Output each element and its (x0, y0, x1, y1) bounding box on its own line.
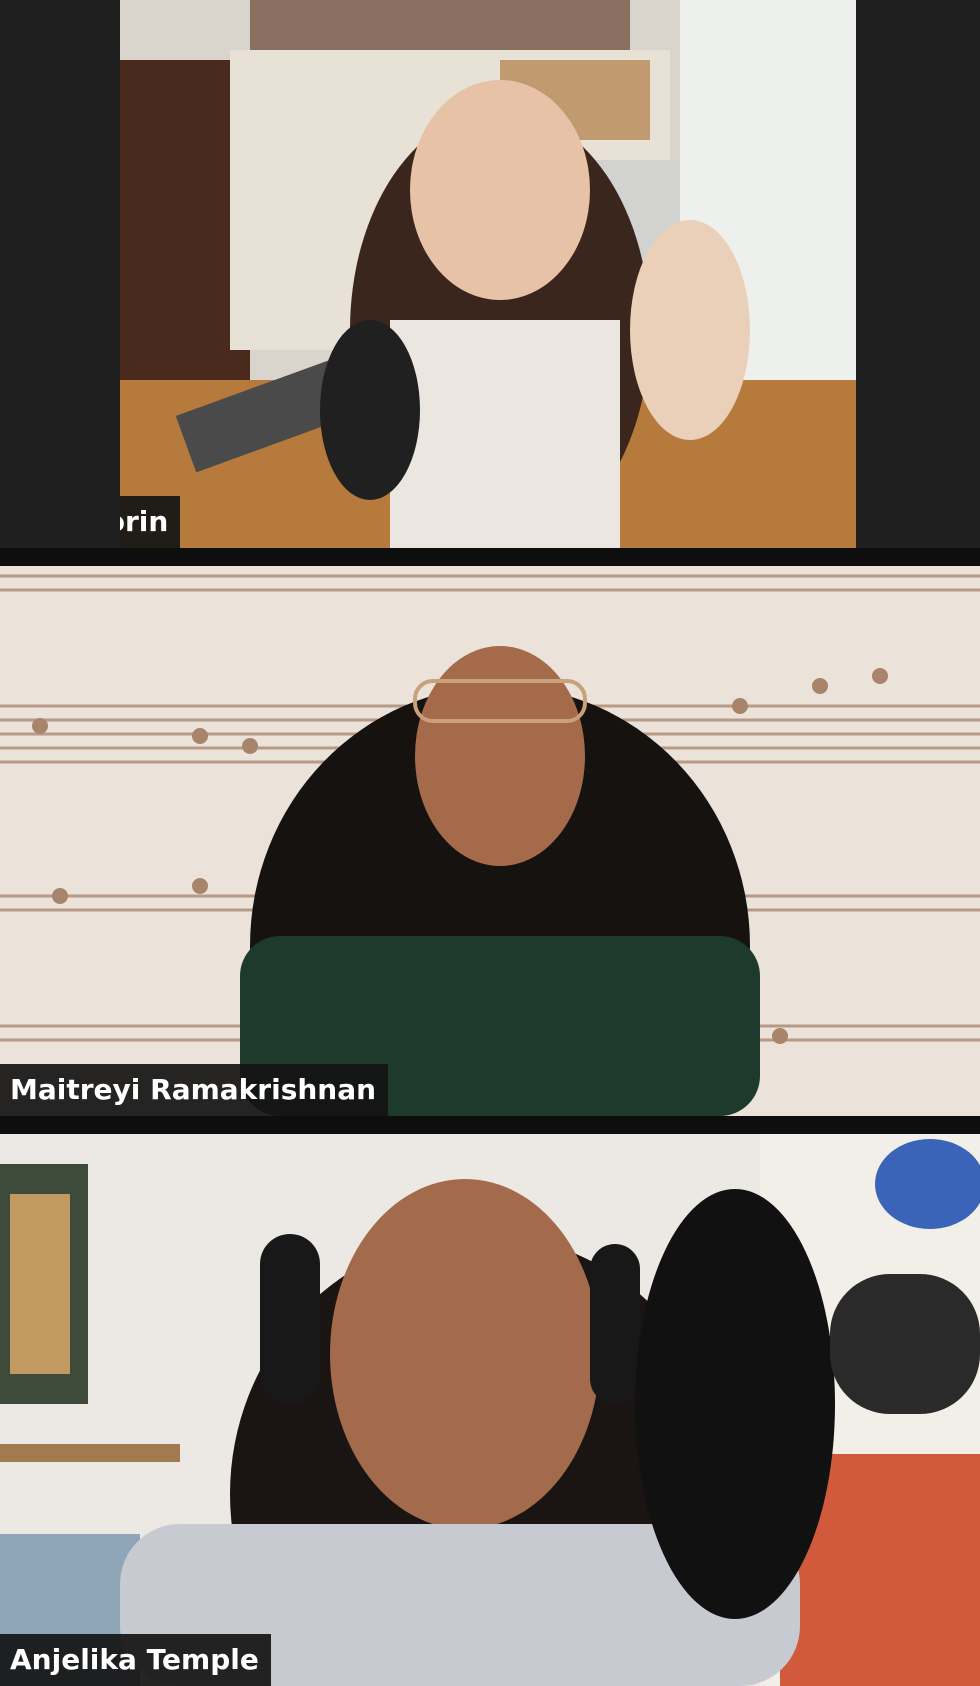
participant-name-label: Brit Morin (120, 496, 181, 548)
participant-video-feed (0, 566, 980, 1116)
participant-name-label: Anjelika Temple (0, 1634, 271, 1686)
participant-tile-brit-morin[interactable]: Brit Morin (120, 0, 856, 548)
video-gallery: Brit Morin (0, 0, 980, 1686)
tile-divider (0, 1116, 980, 1134)
participant-name-label: Maitreyi Ramakrishnan (0, 1064, 389, 1116)
participant-video-feed (0, 1134, 980, 1686)
participant-video-feed (120, 0, 856, 548)
participant-tile-anjelika-temple[interactable]: Anjelika Temple (0, 1134, 980, 1686)
participant-tile-maitreyi-ramakrishnan[interactable]: Maitreyi Ramakrishnan (0, 566, 980, 1116)
tile-divider (0, 548, 980, 566)
